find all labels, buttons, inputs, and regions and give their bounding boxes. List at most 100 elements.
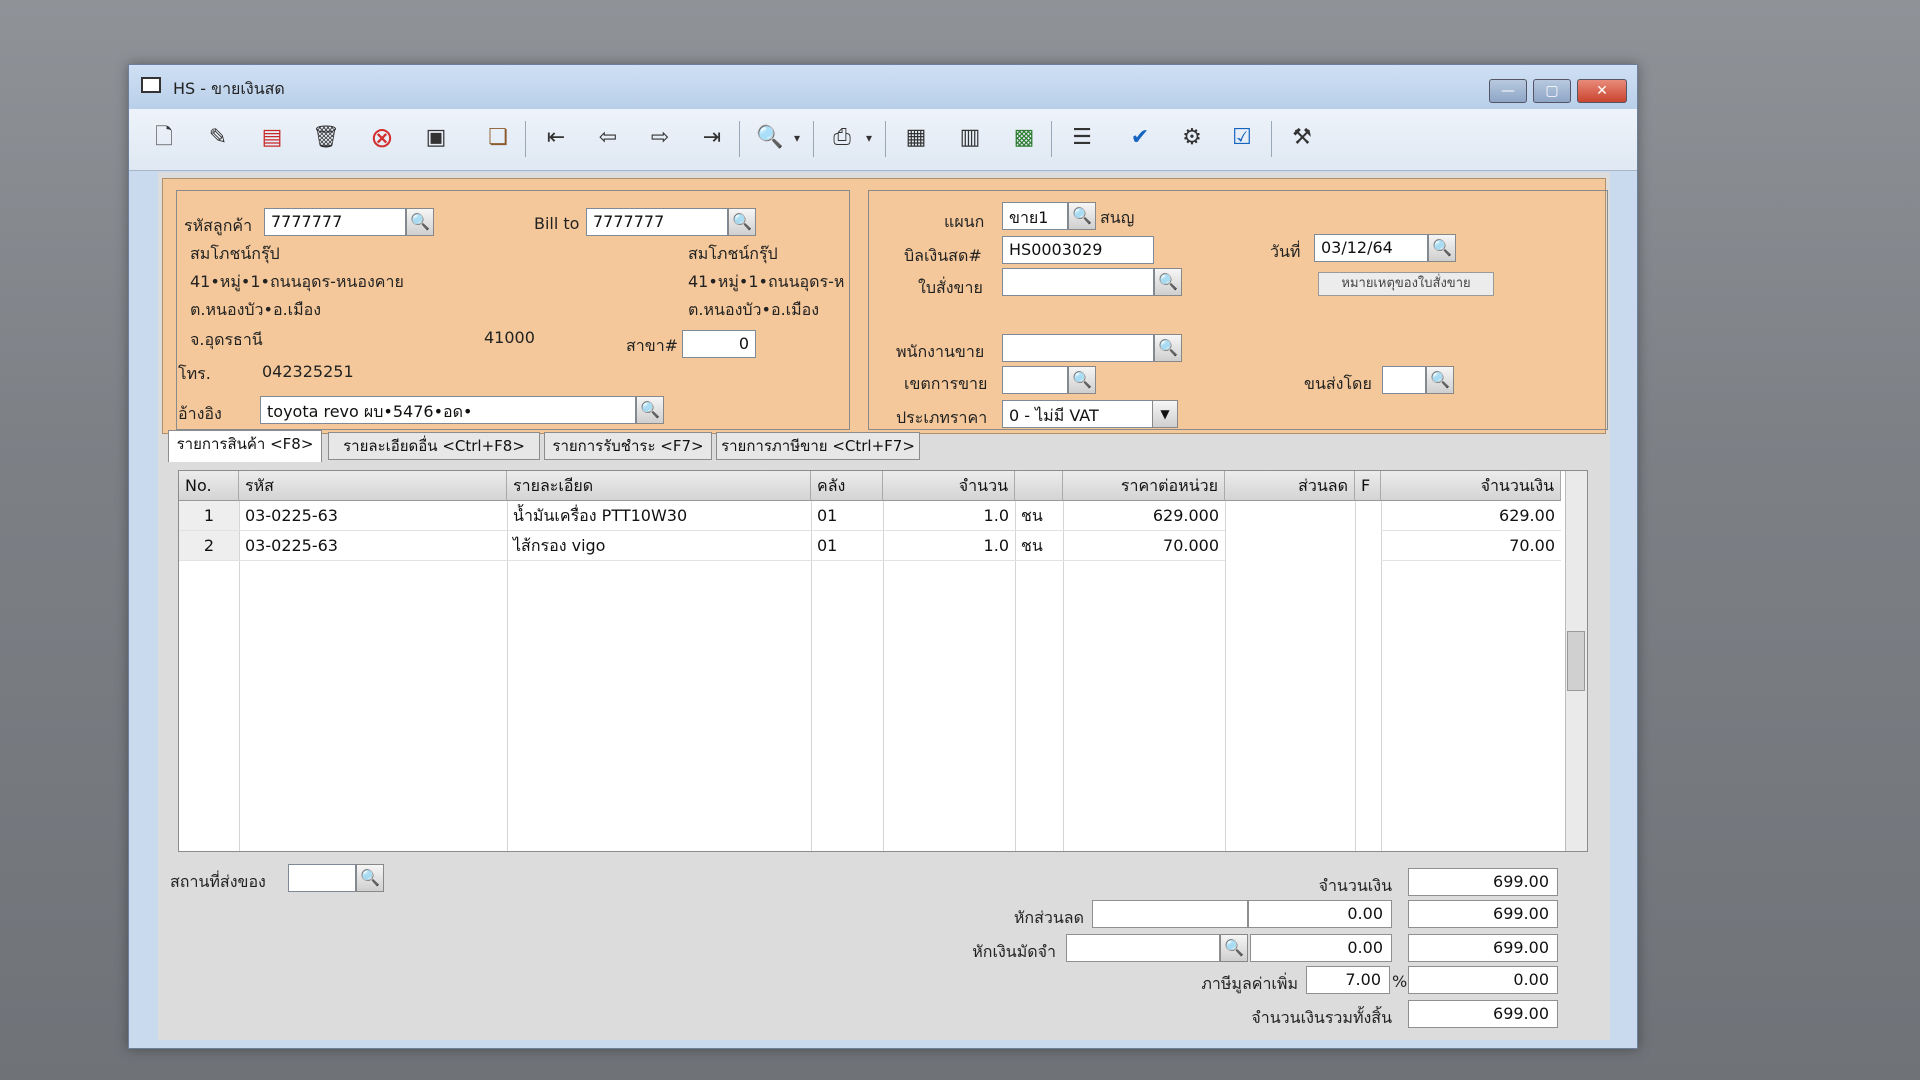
- col-qty-header[interactable]: จำนวน: [883, 471, 1015, 501]
- table-row-1-unit[interactable]: ชน: [1015, 501, 1063, 531]
- ok-icon[interactable]: ☑: [1225, 121, 1259, 155]
- recalc-icon[interactable]: ☰: [1065, 121, 1099, 155]
- calculator-icon[interactable]: ▦: [899, 121, 933, 155]
- new-doc-icon[interactable]: 🗋: [147, 121, 181, 155]
- table-row-1-desc[interactable]: น้ำมันเครื่อง PTT10W30: [507, 501, 811, 531]
- billto-input[interactable]: 7777777: [586, 208, 728, 236]
- search-dropdown-icon[interactable]: ▾: [789, 121, 805, 155]
- print-dropdown-icon[interactable]: ▾: [861, 121, 877, 155]
- grand-total-value: 699.00: [1408, 1000, 1558, 1028]
- sales-order-search-icon[interactable]: 🔍: [1154, 268, 1182, 296]
- date-input[interactable]: 03/12/64: [1314, 234, 1428, 262]
- col-flag-header[interactable]: F: [1355, 471, 1381, 501]
- tab-payments[interactable]: รายการรับชำระ <F7>: [544, 432, 712, 460]
- price-type-select[interactable]: 0 - ไม่มี VAT: [1002, 400, 1160, 428]
- table-row-2-warehouse[interactable]: 01: [811, 531, 883, 561]
- grid-scrollbar-thumb[interactable]: [1567, 631, 1585, 691]
- col-amount-header[interactable]: จำนวนเงิน: [1381, 471, 1561, 501]
- col-desc-header[interactable]: รายละเอียด: [507, 471, 811, 501]
- first-record-icon[interactable]: ⇤: [539, 121, 573, 155]
- sales-area-input[interactable]: [1002, 366, 1068, 394]
- billto-address-1: 41•หมู่•1•ถนนอุดร-ห: [688, 272, 845, 291]
- col-no-header[interactable]: No.: [179, 471, 239, 501]
- department-search-icon[interactable]: 🔍: [1068, 202, 1096, 230]
- save-icon[interactable]: ▣: [419, 121, 453, 155]
- window-title: HS - ขายเงินสด: [173, 79, 285, 98]
- edit-icon[interactable]: ✎: [201, 121, 235, 155]
- vat-rate-input[interactable]: 7.00: [1306, 966, 1390, 994]
- table-row-1-price[interactable]: 629.000: [1063, 501, 1225, 531]
- col-code-header[interactable]: รหัส: [239, 471, 507, 501]
- next-record-icon[interactable]: ⇨: [643, 121, 677, 155]
- sales-order-input[interactable]: [1002, 268, 1154, 296]
- department-label: แผนก: [944, 212, 985, 231]
- void-icon[interactable]: ▤: [255, 121, 289, 155]
- table-row-2-desc[interactable]: ไส้กรอง vigo: [507, 531, 811, 561]
- salesperson-search-icon[interactable]: 🔍: [1154, 334, 1182, 362]
- table-row-2-amount[interactable]: 70.00: [1381, 531, 1561, 561]
- deposit-input[interactable]: [1066, 934, 1220, 962]
- approve-icon[interactable]: ✔: [1123, 121, 1157, 155]
- deposit-after: 699.00: [1408, 934, 1558, 962]
- discount-input[interactable]: [1092, 900, 1248, 928]
- close-button[interactable]: ✕: [1577, 79, 1627, 103]
- table-row-1-no[interactable]: 1: [179, 501, 239, 531]
- customer-zip: 41000: [484, 328, 535, 347]
- tools-icon[interactable]: ⚙: [1175, 121, 1209, 155]
- reference-input[interactable]: toyota revo ผบ•5476•อด•: [260, 396, 636, 424]
- delete-icon[interactable]: 🗑: [309, 121, 343, 155]
- customer-province: จ.อุดรธานี: [190, 330, 263, 349]
- col-unit-header[interactable]: [1015, 471, 1063, 501]
- branch-input[interactable]: 0: [682, 330, 756, 358]
- deposit-search-icon[interactable]: 🔍: [1220, 934, 1248, 962]
- table-row-1-amount[interactable]: 629.00: [1381, 501, 1561, 531]
- col-price-header[interactable]: ราคาต่อหน่วย: [1063, 471, 1225, 501]
- customer-code-input[interactable]: 7777777: [264, 208, 406, 236]
- app-icon: [141, 77, 161, 93]
- last-record-icon[interactable]: ⇥: [695, 121, 729, 155]
- tab-other-details[interactable]: รายละเอียดอื่น <Ctrl+F8>: [328, 432, 540, 460]
- col-warehouse-header[interactable]: คลัง: [811, 471, 883, 501]
- print-icon[interactable]: ⎙: [825, 121, 859, 155]
- settings-icon[interactable]: ⚒: [1285, 121, 1319, 155]
- table-row-2-unit[interactable]: ชน: [1015, 531, 1063, 561]
- search-icon[interactable]: 🔍: [753, 121, 787, 155]
- customer-code-label: รหัสลูกค้า: [184, 216, 253, 235]
- stats-icon[interactable]: ▩: [1007, 121, 1041, 155]
- table-row-1-qty[interactable]: 1.0: [883, 501, 1015, 531]
- cash-bill-input[interactable]: HS0003029: [1002, 236, 1154, 264]
- deposit-value[interactable]: 0.00: [1250, 934, 1392, 962]
- chevron-down-icon[interactable]: ▼: [1152, 400, 1178, 428]
- sales-order-note-button[interactable]: หมายเหตุของใบสั่งขาย: [1318, 272, 1494, 296]
- tab-sales-tax[interactable]: รายการภาษีขาย <Ctrl+F7>: [716, 432, 920, 460]
- maximize-button[interactable]: ▢: [1533, 79, 1571, 103]
- cancel-icon[interactable]: ⊗: [365, 121, 399, 155]
- table-row-2-code[interactable]: 03-0225-63: [239, 531, 507, 561]
- table-row-1-code[interactable]: 03-0225-63: [239, 501, 507, 531]
- ship-by-search-icon[interactable]: 🔍: [1426, 366, 1454, 394]
- table-row-2-price[interactable]: 70.000: [1063, 531, 1225, 561]
- table-row-2-no[interactable]: 2: [179, 531, 239, 561]
- sales-area-search-icon[interactable]: 🔍: [1068, 366, 1096, 394]
- billto-search-icon[interactable]: 🔍: [728, 208, 756, 236]
- tab-items[interactable]: รายการสินค้า <F8>: [168, 430, 322, 462]
- discount-value[interactable]: 0.00: [1248, 900, 1392, 928]
- prev-record-icon[interactable]: ⇦: [591, 121, 625, 155]
- reference-search-icon[interactable]: 🔍: [636, 396, 664, 424]
- ship-by-label: ขนส่งโดย: [1304, 374, 1372, 393]
- customer-search-icon[interactable]: 🔍: [406, 208, 434, 236]
- table-row-2-qty[interactable]: 1.0: [883, 531, 1015, 561]
- ship-to-search-icon[interactable]: 🔍: [356, 864, 384, 892]
- department-input[interactable]: ขาย1: [1002, 202, 1068, 230]
- amount-label: จำนวนเงิน: [1318, 876, 1392, 895]
- date-picker-icon[interactable]: 🔍: [1428, 234, 1456, 262]
- form-icon[interactable]: ▥: [953, 121, 987, 155]
- copy-icon[interactable]: ❏: [481, 121, 515, 155]
- col-discount-header[interactable]: ส่วนลด: [1225, 471, 1355, 501]
- title-bar[interactable]: HS - ขายเงินสด — ▢ ✕: [129, 65, 1637, 109]
- table-row-1-warehouse[interactable]: 01: [811, 501, 883, 531]
- salesperson-input[interactable]: [1002, 334, 1154, 362]
- minimize-button[interactable]: —: [1489, 79, 1527, 103]
- ship-to-input[interactable]: [288, 864, 356, 892]
- ship-by-input[interactable]: [1382, 366, 1426, 394]
